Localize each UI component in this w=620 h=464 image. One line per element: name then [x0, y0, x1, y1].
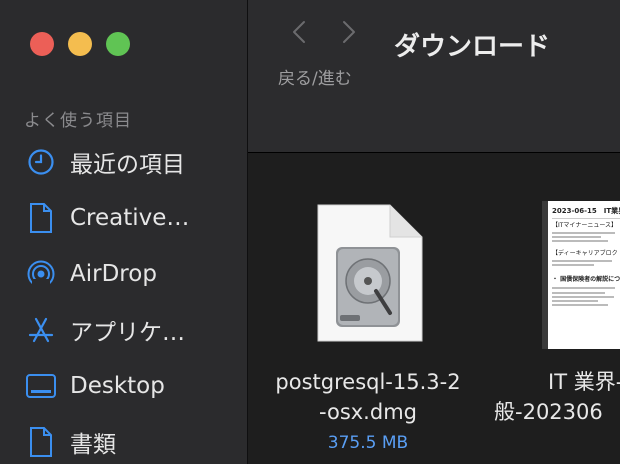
sidebar-item-label: Desktop [70, 373, 165, 399]
document-icon [24, 425, 58, 459]
thumbnail-section1: 【ITマイナーニュース】 [552, 222, 618, 229]
close-window-button[interactable] [30, 32, 54, 56]
document-icon [24, 201, 58, 235]
sidebar-item-label: 書類 [70, 432, 116, 458]
file-item-it-document[interactable]: 2023-06-15 IT業界一 【ITマイナーニュース】 【ディーキャリアブロ… [488, 153, 620, 464]
file-name-line2: -osx.dmg [319, 400, 417, 424]
pdf-document-icon: 2023-06-15 IT業界一 【ITマイナーニュース】 【ディーキャリアブロ… [542, 201, 620, 349]
airdrop-icon [24, 257, 58, 291]
sidebar-item-documents[interactable]: 書類 [24, 422, 244, 462]
disk-image-icon [316, 203, 424, 343]
forward-button[interactable] [336, 20, 362, 48]
sidebar-item-label: AirDrop [70, 261, 157, 287]
applications-icon [24, 313, 58, 347]
window-controls [30, 32, 130, 56]
folder-title: ダウンロード [394, 32, 551, 62]
thumbnail-section2: 【ディーキャリアブロク「ネット本人を守るためにし [552, 250, 620, 257]
clock-icon [24, 145, 58, 179]
sidebar: よく使う項目 最近の項目 Creative… AirDrop アプリケ… Des… [0, 0, 248, 464]
back-button[interactable] [286, 20, 312, 48]
file-item-postgresql[interactable]: postgresql-15.3-2 -osx.dmg 375.5 MB [248, 153, 488, 464]
file-grid: postgresql-15.3-2 -osx.dmg 375.5 MB 2023… [248, 153, 620, 464]
file-name-line1: IT 業界- [548, 370, 620, 394]
minimize-window-button[interactable] [68, 32, 92, 56]
file-name-line2: 般-202306 [494, 400, 603, 424]
file-size: 375.5 MB [327, 433, 409, 453]
desktop-icon [24, 369, 58, 403]
sidebar-item-label: アプリケ… [70, 320, 185, 346]
back-forward-caption: 戻る/進む [278, 69, 352, 89]
chevron-left-icon [292, 20, 306, 48]
chevron-right-icon [342, 20, 356, 48]
file-name-line1: postgresql-15.3-2 [275, 370, 461, 394]
sidebar-item-airdrop[interactable]: AirDrop [24, 254, 244, 294]
sidebar-item-label: Creative… [70, 205, 190, 231]
thumbnail-header: 2023-06-15 IT業界一 [552, 207, 620, 215]
thumbnail-section3: ・ 国債保険者の解説について [552, 276, 620, 283]
sidebar-item-desktop[interactable]: Desktop [24, 366, 244, 406]
sidebar-item-applications[interactable]: アプリケ… [24, 310, 244, 350]
sidebar-item-recents[interactable]: 最近の項目 [24, 142, 244, 182]
sidebar-item-creative[interactable]: Creative… [24, 198, 244, 238]
toolbar: 戻る/進む ダウンロード [248, 0, 620, 153]
sidebar-item-label: 最近の項目 [70, 152, 185, 178]
favorites-section-title: よく使う項目 [24, 111, 132, 131]
zoom-window-button[interactable] [106, 32, 130, 56]
